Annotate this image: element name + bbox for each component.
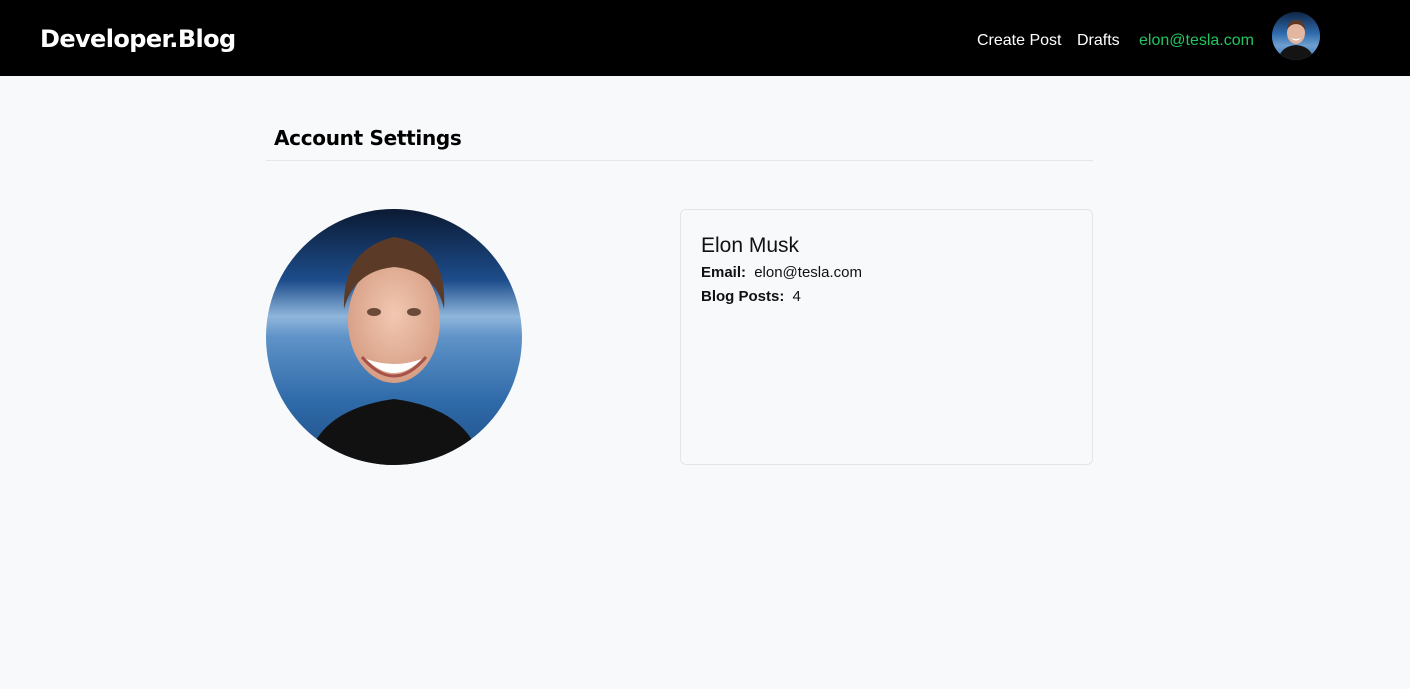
avatar[interactable] [1272, 12, 1320, 60]
profile-photo [266, 209, 522, 465]
blog-posts-count: 4 [792, 288, 801, 305]
blog-posts-label: Blog Posts: [701, 288, 785, 305]
brand-logo-link[interactable]: Developer.Blog [40, 24, 236, 54]
user-name: Elon Musk [701, 234, 800, 257]
profile-photo-icon [266, 209, 522, 465]
blog-posts-row: Blog Posts: 4 [701, 287, 801, 307]
create-post-link[interactable]: Create Post [977, 31, 1061, 51]
page-title: Account Settings [274, 126, 462, 150]
drafts-link[interactable]: Drafts [1077, 31, 1120, 51]
profile-info-card: Elon Musk Email: elon@tesla.com Blog Pos… [680, 209, 1093, 465]
email-row: Email: elon@tesla.com [701, 263, 862, 283]
email-label: Email: [701, 264, 747, 281]
email-value: elon@tesla.com [754, 264, 862, 281]
top-navbar: Developer.Blog Create Post Drafts elon@t… [0, 0, 1410, 76]
avatar-photo-icon [1272, 12, 1320, 60]
user-email-link[interactable]: elon@tesla.com [1139, 31, 1254, 51]
title-divider [266, 160, 1093, 161]
